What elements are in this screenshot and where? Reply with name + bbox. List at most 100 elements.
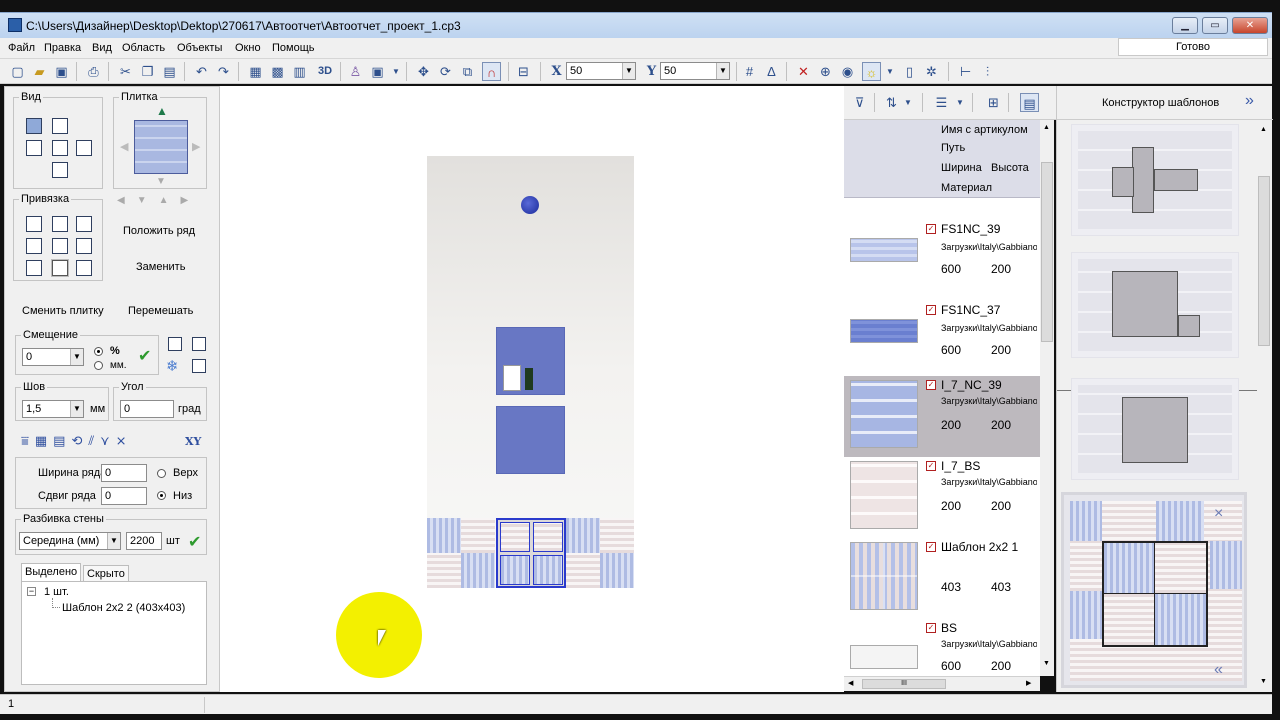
crosshair-icon[interactable]: ⊕: [816, 62, 835, 81]
seam-input[interactable]: 1,5 ▼: [22, 400, 84, 418]
open-folder-icon[interactable]: ▰: [30, 62, 49, 81]
snap-right-icon[interactable]: [76, 238, 92, 254]
view-3d-button[interactable]: 3D: [313, 62, 337, 81]
light-icon[interactable]: ☼: [862, 62, 881, 81]
print-icon[interactable]: ⎙: [84, 62, 103, 81]
rotate-icon[interactable]: ⟳: [436, 62, 455, 81]
chevron-down-icon[interactable]: ▼: [70, 401, 83, 417]
image-view-icon[interactable]: [26, 118, 42, 134]
calculator-icon[interactable]: ▥: [290, 62, 309, 81]
outlet-object[interactable]: [503, 365, 521, 391]
close-button[interactable]: ✕: [1232, 17, 1268, 34]
bottle-object[interactable]: [525, 368, 533, 390]
tile-arrows-row[interactable]: ◀▼▲▶: [117, 195, 200, 206]
material-checkbox[interactable]: ✓: [926, 542, 936, 552]
scroll-down-icon[interactable]: ▼: [1260, 678, 1267, 685]
chevron-down-icon[interactable]: ▼: [622, 63, 635, 79]
panel-icon[interactable]: ▤: [1020, 93, 1039, 112]
replace-button[interactable]: Заменить: [136, 261, 185, 273]
template-scrollbar[interactable]: ▲ ▼: [1257, 120, 1271, 692]
menu-file[interactable]: Файл: [8, 42, 35, 54]
menu-objects[interactable]: Объекты: [177, 42, 222, 54]
offset-mode-a-icon[interactable]: [168, 337, 182, 351]
move-icon[interactable]: ✥: [414, 62, 433, 81]
template-item[interactable]: [1071, 252, 1239, 358]
snap-left-icon[interactable]: [26, 238, 42, 254]
sort-dropdown-icon[interactable]: ▼: [902, 93, 914, 112]
list-view-icon[interactable]: ☰: [932, 93, 951, 112]
cube-left-icon[interactable]: [26, 140, 42, 156]
new-file-icon[interactable]: ▢: [8, 62, 27, 81]
delete-icon[interactable]: ✕: [794, 62, 813, 81]
light-fixture[interactable]: [521, 196, 539, 214]
arrow-right-icon[interactable]: ▶: [192, 140, 200, 153]
scale-icon[interactable]: ⧉: [458, 62, 477, 81]
wall-split-mode-select[interactable]: Середина (мм) ▼: [19, 532, 121, 550]
menu-view[interactable]: Вид: [92, 42, 112, 54]
book-icon[interactable]: ▯: [900, 62, 919, 81]
snap-center-icon[interactable]: [52, 238, 68, 254]
view-dropdown-icon[interactable]: ▼: [954, 93, 966, 112]
wall-split-input[interactable]: 2200: [126, 532, 162, 550]
scroll-thumb[interactable]: [1041, 162, 1053, 342]
scroll-thumb[interactable]: [1258, 176, 1270, 346]
redo-icon[interactable]: ↷: [214, 62, 233, 81]
minimize-button[interactable]: ▁: [1172, 17, 1198, 34]
chevron-down-icon[interactable]: ▼: [107, 533, 120, 549]
offset-input[interactable]: 0 ▼: [22, 348, 84, 366]
snap-top-right-icon[interactable]: [76, 216, 92, 232]
cube-view-icon[interactable]: [52, 118, 68, 134]
unit-percent-radio[interactable]: [94, 347, 103, 356]
material-checkbox[interactable]: ✓: [926, 305, 936, 315]
tile-pattern-row[interactable]: [427, 518, 634, 588]
scroll-up-icon[interactable]: ▲: [1260, 126, 1267, 133]
template-item[interactable]: [1071, 124, 1239, 236]
maximize-button[interactable]: ▭: [1202, 17, 1228, 34]
align-icon[interactable]: ⊢: [956, 62, 975, 81]
expand-icon[interactable]: »: [1245, 92, 1254, 110]
menu-help[interactable]: Помощь: [272, 42, 315, 54]
row-tools-icons[interactable]: ⩸▦▤⟲⫽⋎⨯: [21, 433, 133, 449]
arrow-left-icon[interactable]: ◀: [120, 140, 128, 153]
header-height[interactable]: Высота: [991, 162, 1029, 174]
y-coord-input[interactable]: 50 ▼: [660, 62, 730, 80]
render-icon[interactable]: ▣: [368, 62, 387, 81]
material-checkbox[interactable]: ✓: [926, 461, 936, 471]
person-icon[interactable]: ♙: [346, 62, 365, 81]
snap-top-left-icon[interactable]: [26, 216, 42, 232]
list-item[interactable]: ✓ I_7_NC_39 Загрузки\Italy\Gabbiano 200 …: [844, 376, 1040, 457]
hscroll-thumb[interactable]: III: [862, 679, 946, 689]
collapse-icon[interactable]: −: [27, 587, 36, 596]
header-width[interactable]: Ширина: [941, 162, 982, 174]
bottom-radio[interactable]: [157, 491, 166, 500]
copy-icon[interactable]: ❐: [138, 62, 157, 81]
scroll-left-icon[interactable]: ◀: [848, 679, 853, 687]
template-item[interactable]: [1071, 378, 1239, 480]
view-2d-icon[interactable]: ▦: [246, 62, 265, 81]
arrow-up-icon[interactable]: ▲: [156, 104, 168, 118]
snap-bottom-left-icon[interactable]: [26, 260, 42, 276]
unit-mm-radio[interactable]: [94, 361, 103, 370]
list-item[interactable]: ✓ FS1NC_39 Загрузки\Italy\Gabbiano 600 2…: [844, 206, 1040, 287]
undo-icon[interactable]: ↶: [192, 62, 211, 81]
offset-mode-b-icon[interactable]: [192, 337, 206, 351]
design-canvas[interactable]: [220, 86, 844, 692]
snowflake-icon[interactable]: ❄: [166, 357, 179, 375]
apply-offset-icon[interactable]: ✔: [138, 346, 151, 366]
cut-icon[interactable]: ✂: [116, 62, 135, 81]
grid-icon[interactable]: #: [740, 62, 759, 81]
list-item[interactable]: ✓ Шаблон 2х2 1 403 403: [844, 538, 1040, 619]
menu-area[interactable]: Область: [122, 42, 165, 54]
save-icon[interactable]: ▣: [52, 62, 71, 81]
list-horizontal-scrollbar[interactable]: ◀ III ▶: [844, 676, 1040, 691]
collapse-editor-icon[interactable]: «: [1214, 661, 1223, 679]
arrow-down-icon[interactable]: ▼: [156, 176, 166, 187]
row-width-input[interactable]: 0: [101, 464, 147, 482]
material-checkbox[interactable]: ✓: [926, 380, 936, 390]
top-radio[interactable]: [157, 469, 166, 478]
list-item[interactable]: ✓ BS Загрузки\Italy\Gabbiano 600 200: [844, 619, 1040, 676]
view-layout-icon[interactable]: ▩: [268, 62, 287, 81]
menu-edit[interactable]: Правка: [44, 42, 81, 54]
wall-surface[interactable]: [427, 156, 634, 588]
table-icon[interactable]: ⊞: [984, 93, 1003, 112]
